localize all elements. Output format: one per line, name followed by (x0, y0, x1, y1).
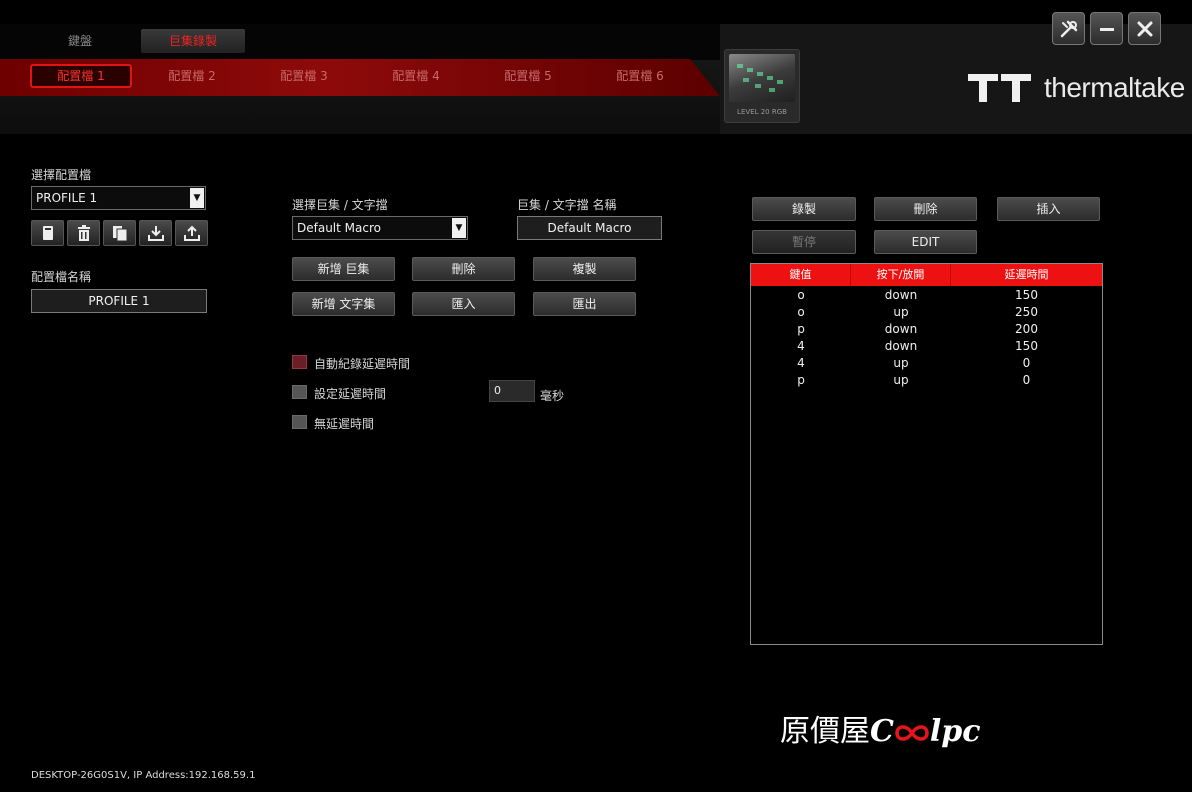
auto-record-delay-label: 自動紀錄延遲時間 (314, 357, 411, 371)
column-header-delay: 延遲時間 (1004, 268, 1049, 281)
no-delay-checkbox[interactable] (292, 415, 307, 429)
close-icon (1137, 21, 1152, 36)
cell-key: 4 (797, 339, 805, 353)
macro-select-label: 選擇巨集 / 文字擋 (292, 198, 388, 212)
no-delay-label: 無延遲時間 (314, 417, 375, 431)
main-tabs: 鍵盤 巨集錄製 (0, 24, 720, 60)
macro-name-label: 巨集 / 文字擋 名稱 (517, 198, 617, 212)
tab-keyboard[interactable]: 鍵盤 (28, 29, 132, 53)
column-header-key: 鍵值 (751, 264, 851, 286)
copy-profile-button[interactable] (103, 220, 136, 246)
pause-button[interactable]: 暫停 (752, 230, 856, 254)
table-row[interactable]: 4 up 0 (751, 355, 1102, 372)
profile-select-label: 選擇配置檔 (31, 168, 92, 182)
profile-name-label: 配置檔名稱 (31, 270, 92, 284)
thermaltake-logo: thermaltake (968, 70, 1185, 106)
infinity-icon (895, 725, 929, 741)
table-row[interactable]: 4 down 150 (751, 338, 1102, 355)
tab-profile-3[interactable]: 配置檔 3 (253, 64, 355, 88)
tab-profile-2[interactable]: 配置檔 2 (141, 64, 243, 88)
brand-name: thermaltake (1044, 72, 1185, 103)
watermark-suffix: lpc (929, 714, 981, 749)
insert-event-button[interactable]: 插入 (997, 197, 1100, 221)
import-macro-button[interactable]: 匯入 (412, 292, 515, 316)
device-thumbnail[interactable]: LEVEL 20 RGB (724, 49, 800, 123)
watermark-c: C (870, 714, 894, 749)
cell-delay: 150 (1015, 288, 1038, 302)
table-row[interactable]: o up 250 (751, 304, 1102, 321)
delete-event-button[interactable]: 刪除 (874, 197, 977, 221)
delay-input[interactable]: 0 (489, 380, 535, 402)
cell-delay: 200 (1015, 322, 1038, 336)
cell-key: o (797, 305, 805, 319)
tab-profile-6[interactable]: 配置檔 6 (589, 64, 691, 88)
minimize-button[interactable] (1090, 12, 1123, 45)
table-row[interactable]: o down 150 (751, 287, 1102, 304)
chevron-down-icon: ▼ (452, 218, 466, 238)
tab-profile-1[interactable]: 配置檔 1 (30, 64, 132, 88)
tab-macro-recording[interactable]: 巨集錄製 (141, 29, 245, 53)
profile-selected-value: PROFILE 1 (36, 191, 98, 205)
cell-key: o (797, 288, 805, 302)
cell-delay: 150 (1015, 339, 1038, 353)
cell-action: down (884, 339, 918, 353)
edit-button[interactable]: EDIT (874, 230, 977, 254)
host-info: DESKTOP-26G0S1V, IP Address:192.168.59.1 (31, 770, 256, 781)
new-text-button[interactable]: 新增 文字集 (292, 292, 395, 316)
export-icon (183, 225, 200, 241)
new-profile-button[interactable] (31, 220, 64, 246)
export-profile-button[interactable] (175, 220, 208, 246)
tab-profile-4[interactable]: 配置檔 4 (365, 64, 467, 88)
new-macro-button[interactable]: 新增 巨集 (292, 257, 395, 281)
close-button[interactable] (1128, 12, 1161, 45)
import-icon (147, 226, 164, 241)
macro-select[interactable]: Default Macro ▼ (292, 216, 468, 240)
cell-delay: 0 (1022, 373, 1031, 387)
chevron-down-icon: ▼ (190, 188, 204, 208)
document-icon (42, 226, 53, 240)
cell-delay: 0 (1022, 356, 1031, 370)
delay-unit-label: 毫秒 (540, 389, 565, 403)
set-delay-checkbox[interactable] (292, 385, 307, 399)
set-delay-label: 設定延遲時間 (314, 387, 387, 401)
profile-tabs: 配置檔 1 配置檔 2 配置檔 3 配置檔 4 配置檔 5 配置檔 6 (0, 59, 720, 96)
table-row[interactable]: p up 0 (751, 372, 1102, 389)
cell-action: up (893, 305, 909, 319)
macro-events-table[interactable]: 鍵值 按下/放開 延遲時間 o down 150 o up 250 p down… (750, 263, 1103, 645)
table-header: 鍵值 按下/放開 延遲時間 (751, 264, 1102, 286)
auto-record-delay-checkbox[interactable] (292, 355, 307, 369)
cell-key: p (797, 322, 805, 336)
settings-button[interactable] (1052, 12, 1085, 45)
import-profile-button[interactable] (139, 220, 172, 246)
cell-key: 4 (797, 356, 805, 370)
delete-profile-button[interactable] (67, 220, 100, 246)
tt-logo-icon (968, 74, 1031, 102)
duplicate-macro-button[interactable]: 複製 (533, 257, 636, 281)
cell-action: down (884, 288, 918, 302)
minimize-icon (1099, 27, 1114, 31)
macro-selected-value: Default Macro (297, 221, 381, 235)
tab-profile-5[interactable]: 配置檔 5 (477, 64, 579, 88)
settings-icon (1060, 20, 1077, 37)
cell-action: up (893, 373, 909, 387)
delete-macro-button[interactable]: 刪除 (412, 257, 515, 281)
export-macro-button[interactable]: 匯出 (533, 292, 636, 316)
macro-name-field[interactable]: Default Macro (517, 216, 662, 240)
cell-action: up (893, 356, 909, 370)
watermark-prefix: 原價屋 (780, 714, 870, 749)
copy-icon (112, 226, 127, 241)
device-caption: LEVEL 20 RGB (737, 108, 787, 116)
record-button[interactable]: 錄製 (752, 197, 856, 221)
trash-icon (77, 225, 90, 241)
profile-name-field[interactable]: PROFILE 1 (31, 289, 207, 313)
cell-delay: 250 (1015, 305, 1038, 319)
column-header-action: 按下/放開 (851, 264, 951, 286)
table-row[interactable]: p down 200 (751, 321, 1102, 338)
cell-action: down (884, 322, 918, 336)
coolpc-watermark: 原價屋C lpc (780, 706, 981, 750)
keyboard-image (729, 54, 795, 102)
cell-key: p (797, 373, 805, 387)
profile-select[interactable]: PROFILE 1 ▼ (31, 186, 206, 210)
